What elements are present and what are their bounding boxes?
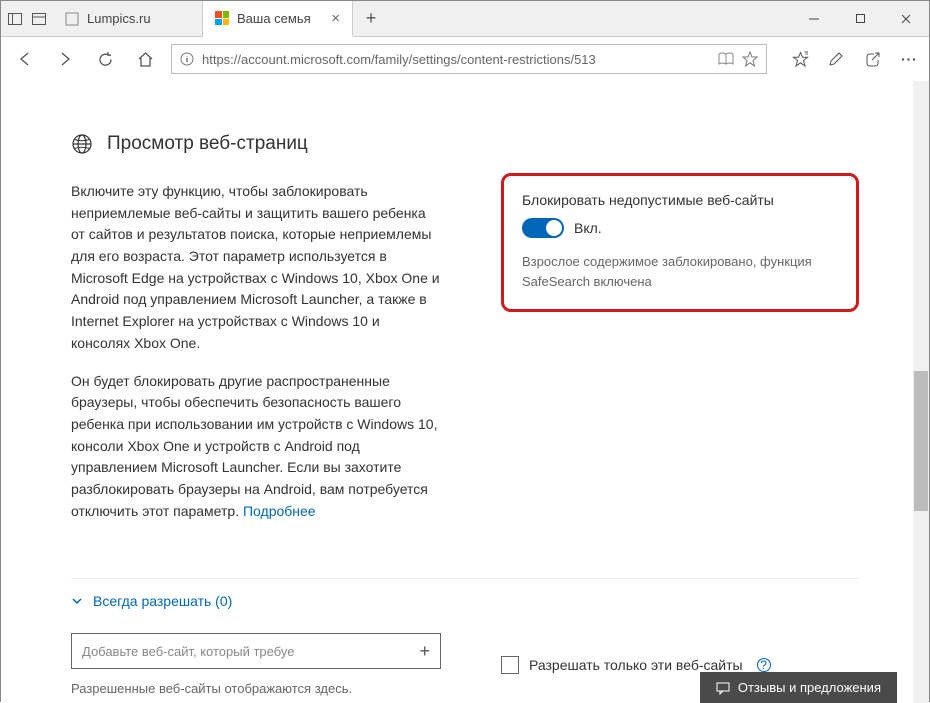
feedback-label: Отзывы и предложения [738, 680, 881, 695]
menu-dots-icon[interactable] [897, 45, 919, 73]
only-allow-checkbox[interactable] [501, 656, 519, 674]
favicon-microsoft-icon [215, 11, 229, 25]
scrollbar-thumb[interactable] [914, 371, 928, 511]
description-para-2: Он будет блокировать другие распростране… [71, 371, 441, 523]
nav-bar: https://account.microsoft.com/family/set… [1, 37, 929, 81]
checkbox-label: Разрешать только эти веб-сайты [529, 657, 743, 673]
tab-lumpics[interactable]: Lumpics.ru [53, 1, 203, 36]
block-websites-toggle[interactable] [522, 218, 564, 238]
always-allow-accordion[interactable]: Всегда разрешать (0) [71, 578, 859, 623]
notes-pen-icon[interactable] [825, 45, 847, 73]
favorites-hub-icon[interactable] [789, 45, 811, 73]
description-column: Включите эту функцию, чтобы заблокироват… [71, 181, 441, 538]
chat-icon [716, 681, 730, 695]
sidebar-panel-icon[interactable] [7, 11, 23, 27]
toggle-state-label: Вкл. [574, 220, 602, 236]
topbar-panel-icon[interactable] [31, 11, 47, 27]
allowed-sites-subtext: Разрешенные веб-сайты отображаются здесь… [71, 681, 441, 696]
url-text: https://account.microsoft.com/family/set… [202, 52, 710, 67]
block-websites-title: Блокировать недопустимые веб-сайты [522, 192, 838, 208]
info-icon[interactable]: ? [757, 658, 771, 672]
add-website-input[interactable]: Добавьте веб-сайт, который требуе + [71, 633, 441, 669]
block-websites-panel: Блокировать недопустимые веб-сайты Вкл. … [501, 173, 859, 312]
add-plus-icon[interactable]: + [419, 641, 430, 662]
titlebar-left-icons [1, 1, 53, 36]
home-button[interactable] [131, 45, 159, 73]
reading-view-icon[interactable] [718, 52, 734, 66]
close-tab-icon[interactable]: × [331, 10, 340, 27]
tab-family[interactable]: Ваша семья × [203, 1, 353, 37]
favorite-star-icon[interactable] [742, 51, 758, 67]
favicon-generic-icon [65, 12, 79, 26]
chevron-down-icon [71, 595, 83, 607]
learn-more-link[interactable]: Подробнее [243, 503, 316, 519]
globe-icon [71, 133, 93, 155]
minimize-button[interactable] [791, 1, 837, 36]
page-content: Просмотр веб-страниц Включите эту функци… [1, 81, 929, 703]
address-bar[interactable]: https://account.microsoft.com/family/set… [171, 44, 767, 74]
info-lock-icon[interactable] [180, 52, 194, 66]
feedback-button[interactable]: Отзывы и предложения [700, 672, 897, 703]
nav-right-icons [779, 45, 919, 73]
maximize-button[interactable] [837, 1, 883, 36]
accordion-label: Всегда разрешать (0) [93, 593, 232, 609]
block-websites-description: Взрослое содержимое заблокировано, функц… [522, 252, 838, 291]
tab-title: Lumpics.ru [87, 11, 151, 26]
refresh-button[interactable] [91, 45, 119, 73]
input-placeholder-text: Добавьте веб-сайт, который требуе [82, 644, 295, 659]
window-controls [791, 1, 929, 36]
section-header: Просмотр веб-страниц [71, 133, 859, 155]
share-icon[interactable] [861, 45, 883, 73]
new-tab-button[interactable]: + [353, 1, 389, 36]
title-bar: Lumpics.ru Ваша семья × + [1, 1, 929, 37]
vertical-scrollbar[interactable] [913, 81, 929, 703]
tab-title: Ваша семья [237, 11, 311, 26]
back-button[interactable] [11, 45, 39, 73]
tab-strip: Lumpics.ru Ваша семья × + [53, 1, 791, 36]
close-window-button[interactable] [883, 1, 929, 36]
description-para-1: Включите эту функцию, чтобы заблокироват… [71, 181, 441, 355]
section-title-text: Просмотр веб-страниц [107, 133, 308, 155]
forward-button[interactable] [51, 45, 79, 73]
